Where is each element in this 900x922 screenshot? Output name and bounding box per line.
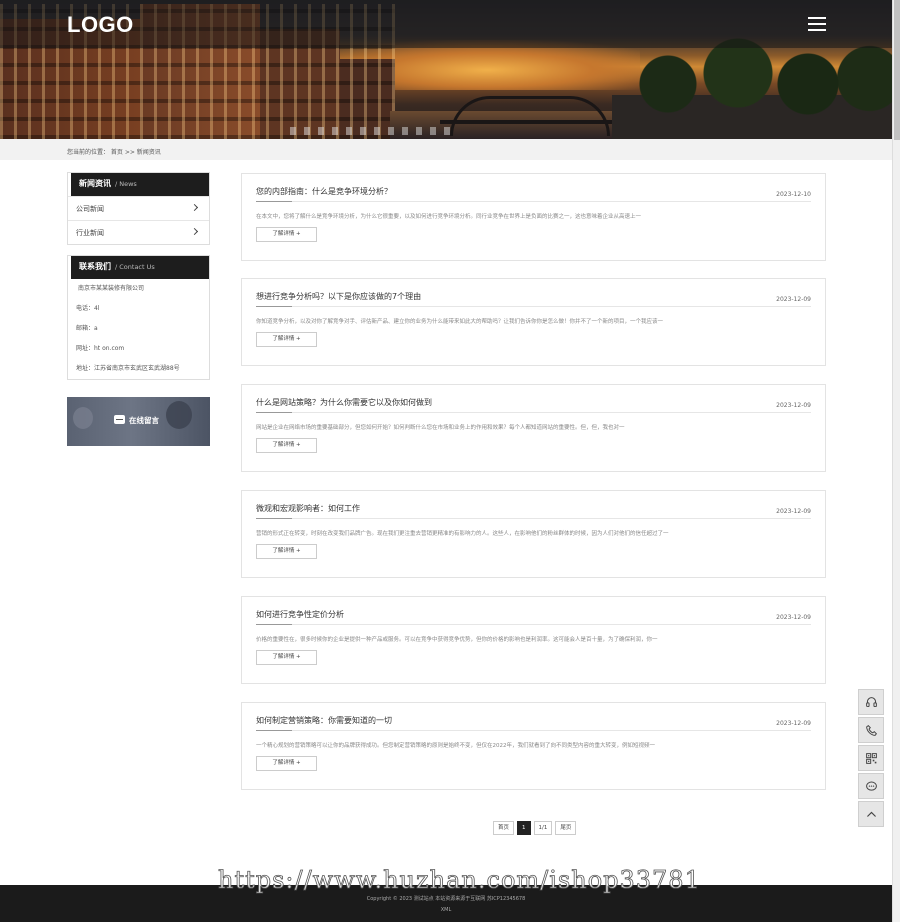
article-title[interactable]: 想进行竞争分析吗？以下是你应该做的7个理由 [256,291,421,302]
article-excerpt: 在本文中，您将了解什么是竞争环境分析，为什么它很重要，以及如何进行竞争环境分析。… [256,214,642,220]
pagination: 首页 1 1/1 尾页 [493,821,577,835]
contact-email: 邮箱：a [76,325,98,332]
sidebar-contact-box: 联系我们 / Contact Us 南京市某某装修有限公司 电话：4l 邮箱：a … [67,255,210,380]
contact-address: 地址：江苏省南京市玄武区玄武湖88号 [76,365,180,372]
street-lights [290,127,450,135]
read-more-button[interactable]: 了解详情 + [256,650,317,665]
article-title[interactable]: 如何制定营销策略：你需要知道的一切 [256,715,392,726]
article-excerpt: 一个精心规划的营销策略可以让你的品牌获得成功。但您制定营销策略的原则是始终不变，… [256,743,656,749]
sidebar-news-title: 新闻资讯 [79,179,111,188]
bridge [450,96,610,136]
online-message-text: 在线留言 [129,416,159,425]
sidebar-contact-subtitle: / Contact Us [115,263,155,271]
back-to-top-button[interactable] [858,801,884,827]
hero-banner: LOGO [0,0,892,139]
article-date: 2023-12-10 [776,191,811,198]
footer-copyright: Copyright © 2023 测试站点 本站资源来源于互联网 苏ICP123… [366,896,526,902]
chevron-right-icon [190,227,199,236]
divider [256,201,811,202]
contact-website: 网址：ht on.com [76,345,125,352]
hamburger-menu-icon[interactable] [808,17,826,31]
article-card: 微观和宏观影响者：如何工作 2023-12-09 营销的形式正在转变，时刻在改变… [241,490,826,578]
sidebar-contact-title: 联系我们 [79,262,111,271]
divider [256,518,811,519]
footer-xml-link[interactable]: XML [0,907,892,913]
article-title[interactable]: 微观和宏观影响者：如何工作 [256,503,360,514]
divider [256,730,811,731]
site-logo[interactable]: LOGO [67,12,134,38]
article-date: 2023-12-09 [776,296,811,303]
article-date: 2023-12-09 [776,614,811,621]
pagination-last[interactable]: 尾页 [555,821,577,835]
article-date: 2023-12-09 [776,508,811,515]
chevron-right-icon [190,203,199,212]
sidebar-item-label: 公司新闻 [76,205,104,213]
headset-icon [865,696,877,707]
back-to-top-icon [866,811,876,817]
article-excerpt: 营销的形式正在转变，时刻在改变我们品牌广告。现在我们更注重去营销更精准的有影响力… [256,531,669,537]
read-more-button[interactable]: 了解详情 + [256,544,317,559]
sidebar-item-label: 行业新闻 [76,229,104,237]
article-card: 什么是网站策略？为什么你需要它以及你如何做到 2023-12-09 网站是企业在… [241,384,826,472]
customer-service-button[interactable] [858,689,884,715]
read-more-button[interactable]: 了解详情 + [256,332,317,347]
divider [256,624,811,625]
sidebar-news-subtitle: / News [115,180,137,188]
sidebar-item-company-news[interactable]: 公司新闻 [68,196,209,220]
qrcode-button[interactable] [858,745,884,771]
phone-icon [865,724,877,736]
decorative-person [73,407,93,429]
article-title[interactable]: 什么是网站策略？为什么你需要它以及你如何做到 [256,397,432,408]
article-excerpt: 价格的重要性在，很多时候你的企业是提供一种产品或服务。可以在竞争中获得竞争优势，… [256,637,658,643]
pagination-first[interactable]: 首页 [493,821,515,835]
contact-company: 南京市某某装修有限公司 [78,285,145,292]
bridge-deck [440,120,630,124]
online-message-label: 在线留言 [114,415,159,426]
read-more-button[interactable]: 了解详情 + [256,756,317,771]
divider [256,412,811,413]
read-more-button[interactable]: 了解详情 + [256,438,317,453]
chat-bubble-icon [114,415,125,424]
article-excerpt: 你知道竞争分析，以及对你了解竞争对手、评估新产品、建立你的业务为什么能带来如此大… [256,319,664,325]
article-date: 2023-12-09 [776,402,811,409]
watermark: https://www.huzhan.com/ishop33781 [218,866,701,895]
article-title[interactable]: 如何进行竞争性定价分析 [256,609,344,620]
sidebar-news-heading: 新闻资讯 / News [68,173,209,196]
article-card: 想进行竞争分析吗？以下是你应该做的7个理由 2023-12-09 你知道竞争分析… [241,278,826,366]
sidebar-contact-heading: 联系我们 / Contact Us [68,256,209,279]
article-date: 2023-12-09 [776,720,811,727]
page-scrollbar[interactable] [892,0,900,922]
sidebar-news-box: 新闻资讯 / News 公司新闻 行业新闻 [67,172,210,245]
phone-button[interactable] [858,717,884,743]
sidebar-item-industry-news[interactable]: 行业新闻 [68,220,209,244]
qrcode-icon [865,752,877,764]
pagination-info: 1/1 [533,821,553,835]
top-navbar [0,0,892,48]
article-card: 如何进行竞争性定价分析 2023-12-09 价格的重要性在，很多时候你的企业是… [241,596,826,684]
chat-button[interactable] [858,773,884,799]
article-card: 您的内部指南：什么是竞争环境分析？ 2023-12-10 在本文中，您将了解什么… [241,173,826,261]
breadcrumb: 您当前的位置： 首页 >> 新闻资讯 [67,149,161,156]
scrollbar-thumb[interactable] [894,0,900,140]
article-title[interactable]: 您的内部指南：什么是竞争环境分析？ [256,186,392,197]
divider [256,306,811,307]
online-message-button[interactable]: 在线留言 [67,397,210,446]
decorative-person [166,401,192,429]
pagination-current[interactable]: 1 [517,821,531,835]
article-card: 如何制定营销策略：你需要知道的一切 2023-12-09 一个精心规划的营销策略… [241,702,826,790]
floating-toolbar [858,689,884,829]
article-excerpt: 网站是企业在网络市场的重要基础部分，但您如何开始？如何判断什么您在市场和业务上的… [256,425,625,431]
chat-icon [865,781,877,791]
contact-phone: 电话：4l [76,305,100,312]
read-more-button[interactable]: 了解详情 + [256,227,317,242]
main-content: 新闻资讯 / News 公司新闻 行业新闻 联系我们 / Contact Us 南京… [0,160,892,885]
